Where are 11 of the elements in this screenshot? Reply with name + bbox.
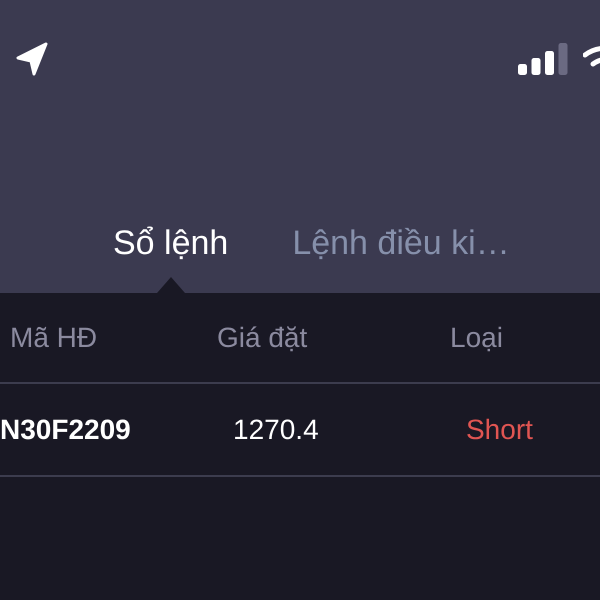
column-header: Mã HĐ [10,322,98,354]
column-header: Loại [450,322,503,354]
contract-code-cell: N30F2209 [0,414,131,446]
order-type-cell: Short [466,414,533,446]
selected-tab-pointer-icon [156,277,185,293]
price-cell: 1270.4 [233,414,319,446]
table-row[interactable]: N30F2209 1270.4 Short [0,384,600,477]
location-arrow-icon [16,42,48,76]
column-header: Giá đặt [217,322,308,354]
signal-strength-icon [518,43,568,75]
tab[interactable]: Sổ lệnh [113,223,228,293]
